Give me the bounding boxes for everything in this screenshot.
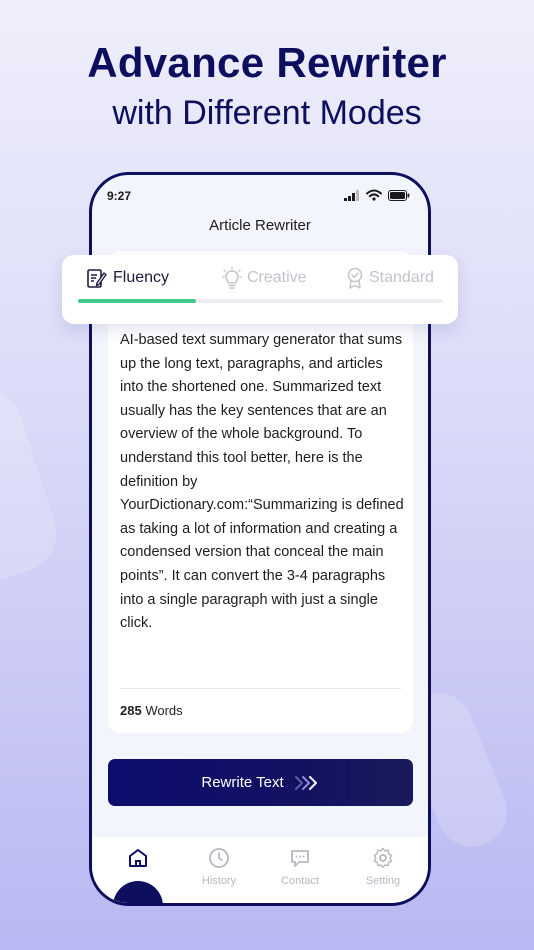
promo-title: Advance Rewriter (87, 39, 447, 86)
signal-icon (344, 189, 359, 201)
chat-icon (291, 850, 309, 867)
mode-tabs: Fluency Creative Standard (62, 255, 458, 324)
chevrons-right-icon (294, 775, 317, 790)
tab-standard-label: Standard (369, 269, 434, 286)
nav-setting[interactable]: Setting (348, 847, 418, 887)
bottom-nav: History Contact Setting (92, 837, 428, 903)
home-active-marker (113, 881, 163, 903)
article-text[interactable]: AI-based text summary generator that sum… (120, 329, 405, 636)
nav-home[interactable] (103, 847, 173, 875)
nav-setting-label: Setting (365, 875, 401, 887)
tab-creative[interactable]: Creative (222, 267, 307, 289)
word-count-value: 285 (120, 703, 142, 718)
nav-history-label: History (201, 875, 237, 887)
background-shape (0, 377, 67, 593)
nav-history[interactable]: History (184, 847, 254, 887)
lightbulb-icon (222, 267, 242, 289)
badge-icon (347, 267, 363, 289)
status-bar: 9:27 (92, 175, 428, 215)
app-title: Article Rewriter (209, 217, 311, 234)
home-icon (129, 849, 147, 867)
promo-subtitle: with Different Modes (112, 94, 422, 132)
tab-fluency-label: Fluency (113, 269, 170, 286)
status-time: 9:27 (107, 189, 132, 203)
word-count-label: Words (145, 703, 183, 718)
nav-contact[interactable]: Contact (265, 847, 335, 887)
rewrite-button-label: Rewrite Text (201, 774, 284, 791)
tab-standard[interactable]: Standard (346, 267, 434, 289)
word-count: 285 Words (120, 703, 183, 718)
gear-icon (373, 847, 393, 869)
promo-headline: Advance Rewriter with Different Modes (0, 38, 534, 136)
tab-fluency[interactable]: Fluency (86, 267, 169, 289)
divider (120, 688, 401, 689)
rewrite-text-button[interactable]: Rewrite Text (108, 759, 413, 806)
clock-icon (209, 848, 229, 868)
edit-note-icon (87, 269, 107, 288)
tab-creative-label: Creative (247, 269, 307, 286)
nav-contact-label: Contact (281, 875, 319, 887)
battery-icon (388, 189, 410, 201)
tab-active-indicator (78, 299, 196, 303)
status-icons (344, 189, 410, 201)
wifi-icon (366, 189, 382, 201)
tab-progress-track (78, 299, 442, 303)
